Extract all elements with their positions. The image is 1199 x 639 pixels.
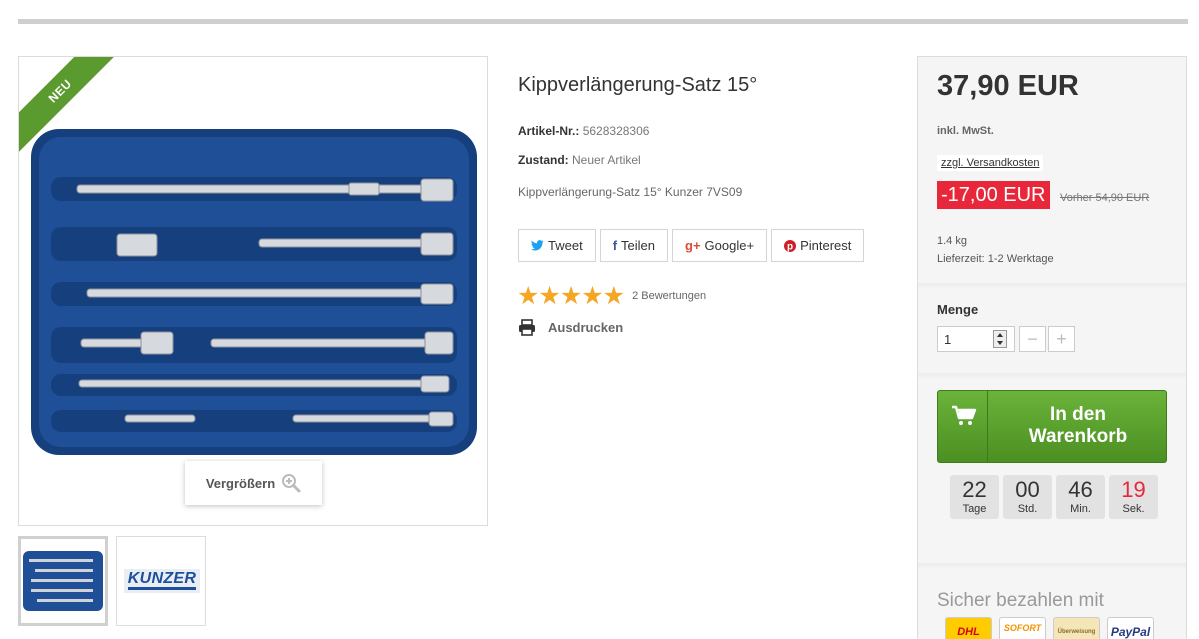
countdown-seconds: 19 Sek. bbox=[1109, 475, 1158, 519]
delivery-time: Lieferzeit: 1-2 Werktage bbox=[937, 253, 1054, 265]
countdown-hours-unit: Std. bbox=[1017, 503, 1038, 515]
thumbnail-product[interactable] bbox=[18, 536, 108, 626]
bank-transfer-logo-text: Überweisung bbox=[1057, 629, 1096, 635]
product-title: Kippverlängerung-Satz 15° bbox=[518, 74, 758, 96]
googleplus-icon: g+ bbox=[685, 238, 701, 253]
payment-heading: Sicher bezahlen mit bbox=[937, 590, 1104, 611]
quantity-spinner-icon[interactable] bbox=[993, 330, 1007, 348]
divider bbox=[918, 373, 1186, 379]
dhl-logo-text: DHL bbox=[957, 626, 980, 638]
zoom-in-icon bbox=[282, 474, 301, 493]
zoom-label: Vergrößern bbox=[205, 475, 276, 491]
condition-label: Zustand: bbox=[518, 153, 569, 167]
facebook-share-button[interactable]: f Teilen bbox=[599, 229, 668, 262]
top-divider bbox=[18, 19, 1188, 24]
tweet-button[interactable]: Tweet bbox=[518, 229, 596, 262]
add-to-cart-label-line1: In den bbox=[1050, 404, 1106, 425]
article-number-label: Artikel-Nr.: bbox=[518, 124, 580, 138]
divider bbox=[918, 563, 1186, 569]
thumbnail-product-image bbox=[23, 551, 103, 611]
countdown-hours-value: 00 bbox=[1015, 477, 1040, 502]
zoom-button[interactable]: Vergrößern bbox=[185, 461, 322, 505]
svg-text:p: p bbox=[787, 241, 793, 252]
kunzer-logo-text: KUNZER bbox=[127, 570, 197, 587]
condition: Zustand: Neuer Artikel bbox=[518, 153, 641, 167]
sofort-logo: SOFORT bbox=[999, 617, 1046, 639]
print-label: Ausdrucken bbox=[548, 320, 624, 335]
review-count[interactable]: 2 Bewertungen bbox=[632, 290, 706, 302]
printer-icon bbox=[519, 319, 535, 336]
condition-value: Neuer Artikel bbox=[572, 153, 641, 167]
weight: 1.4 kg bbox=[937, 235, 967, 247]
googleplus-share-button[interactable]: g+ Google+ bbox=[672, 229, 768, 262]
product-image bbox=[31, 129, 477, 455]
article-number-value: 5628328306 bbox=[582, 124, 650, 138]
product-description: Kippverlängerung-Satz 15° Kunzer 7VS09 bbox=[518, 185, 743, 199]
countdown-minutes-unit: Min. bbox=[1070, 503, 1091, 515]
countdown-minutes-value: 46 bbox=[1068, 477, 1093, 502]
countdown-days-value: 22 bbox=[962, 477, 987, 502]
googleplus-label: Google+ bbox=[704, 238, 755, 253]
countdown-hours: 00 Std. bbox=[1003, 475, 1052, 519]
facebook-icon: f bbox=[612, 238, 618, 253]
add-to-cart-label: In den Warenkorb bbox=[988, 404, 1168, 448]
countdown-timer: 22 Tage 00 Std. 46 Min. 19 Sek. bbox=[950, 475, 1158, 519]
add-to-cart-label-line2: Warenkorb bbox=[1028, 426, 1128, 447]
pinterest-label: Pinterest bbox=[800, 238, 852, 253]
thumbnail-brand[interactable]: KUNZER bbox=[116, 536, 206, 626]
price: 37,90 EUR bbox=[937, 70, 1079, 102]
shopping-cart-icon bbox=[952, 405, 977, 425]
product-image-box[interactable]: NEU Vergrößern bbox=[18, 56, 488, 526]
dhl-logo: DHL bbox=[945, 617, 992, 639]
article-number: Artikel-Nr.: 5628328306 bbox=[518, 124, 649, 138]
cart-icon-area bbox=[938, 391, 988, 462]
discount-badge: -17,00 EUR bbox=[937, 181, 1050, 209]
twitter-icon bbox=[531, 240, 544, 251]
pinterest-share-button[interactable]: p Pinterest bbox=[771, 229, 865, 262]
quantity-increase-button[interactable]: + bbox=[1048, 326, 1075, 352]
facebook-label: Teilen bbox=[621, 238, 655, 253]
add-to-cart-button[interactable]: In den Warenkorb bbox=[937, 390, 1167, 463]
old-price: Vorher 54,90 EUR bbox=[1060, 192, 1150, 204]
paypal-logo: PayPal bbox=[1107, 617, 1154, 639]
bank-transfer-logo: Überweisung bbox=[1053, 617, 1100, 639]
countdown-days-unit: Tage bbox=[962, 503, 987, 515]
sofort-logo-text: SOFORT bbox=[1003, 623, 1042, 633]
rating-stars-icon: ★★★★★ bbox=[517, 282, 625, 310]
countdown-seconds-value: 19 bbox=[1121, 477, 1146, 502]
share-buttons: Tweet f Teilen g+ Google+ p Pinterest bbox=[518, 229, 865, 262]
paypal-logo-text: PayPal bbox=[1110, 625, 1151, 639]
countdown-minutes: 46 Min. bbox=[1056, 475, 1105, 519]
rating[interactable]: ★★★★★ 2 Bewertungen bbox=[517, 282, 706, 310]
print-link[interactable]: Ausdrucken bbox=[518, 319, 623, 336]
tax-note: inkl. MwSt. bbox=[937, 125, 994, 137]
buy-box: 37,90 EUR inkl. MwSt. zzgl. Versandkoste… bbox=[917, 56, 1187, 639]
payment-logos: DHL SOFORT Überweisung PayPal bbox=[945, 617, 1154, 639]
countdown-days: 22 Tage bbox=[950, 475, 999, 519]
kunzer-logo: KUNZER bbox=[124, 569, 200, 593]
pinterest-icon: p bbox=[784, 239, 797, 252]
tweet-label: Tweet bbox=[548, 238, 583, 253]
shipping-cost-link[interactable]: zzgl. Versandkosten bbox=[937, 155, 1044, 171]
quantity-label: Menge bbox=[937, 302, 979, 317]
divider bbox=[918, 283, 1186, 289]
countdown-seconds-unit: Sek. bbox=[1122, 503, 1145, 515]
quantity-decrease-button[interactable]: − bbox=[1019, 326, 1046, 352]
